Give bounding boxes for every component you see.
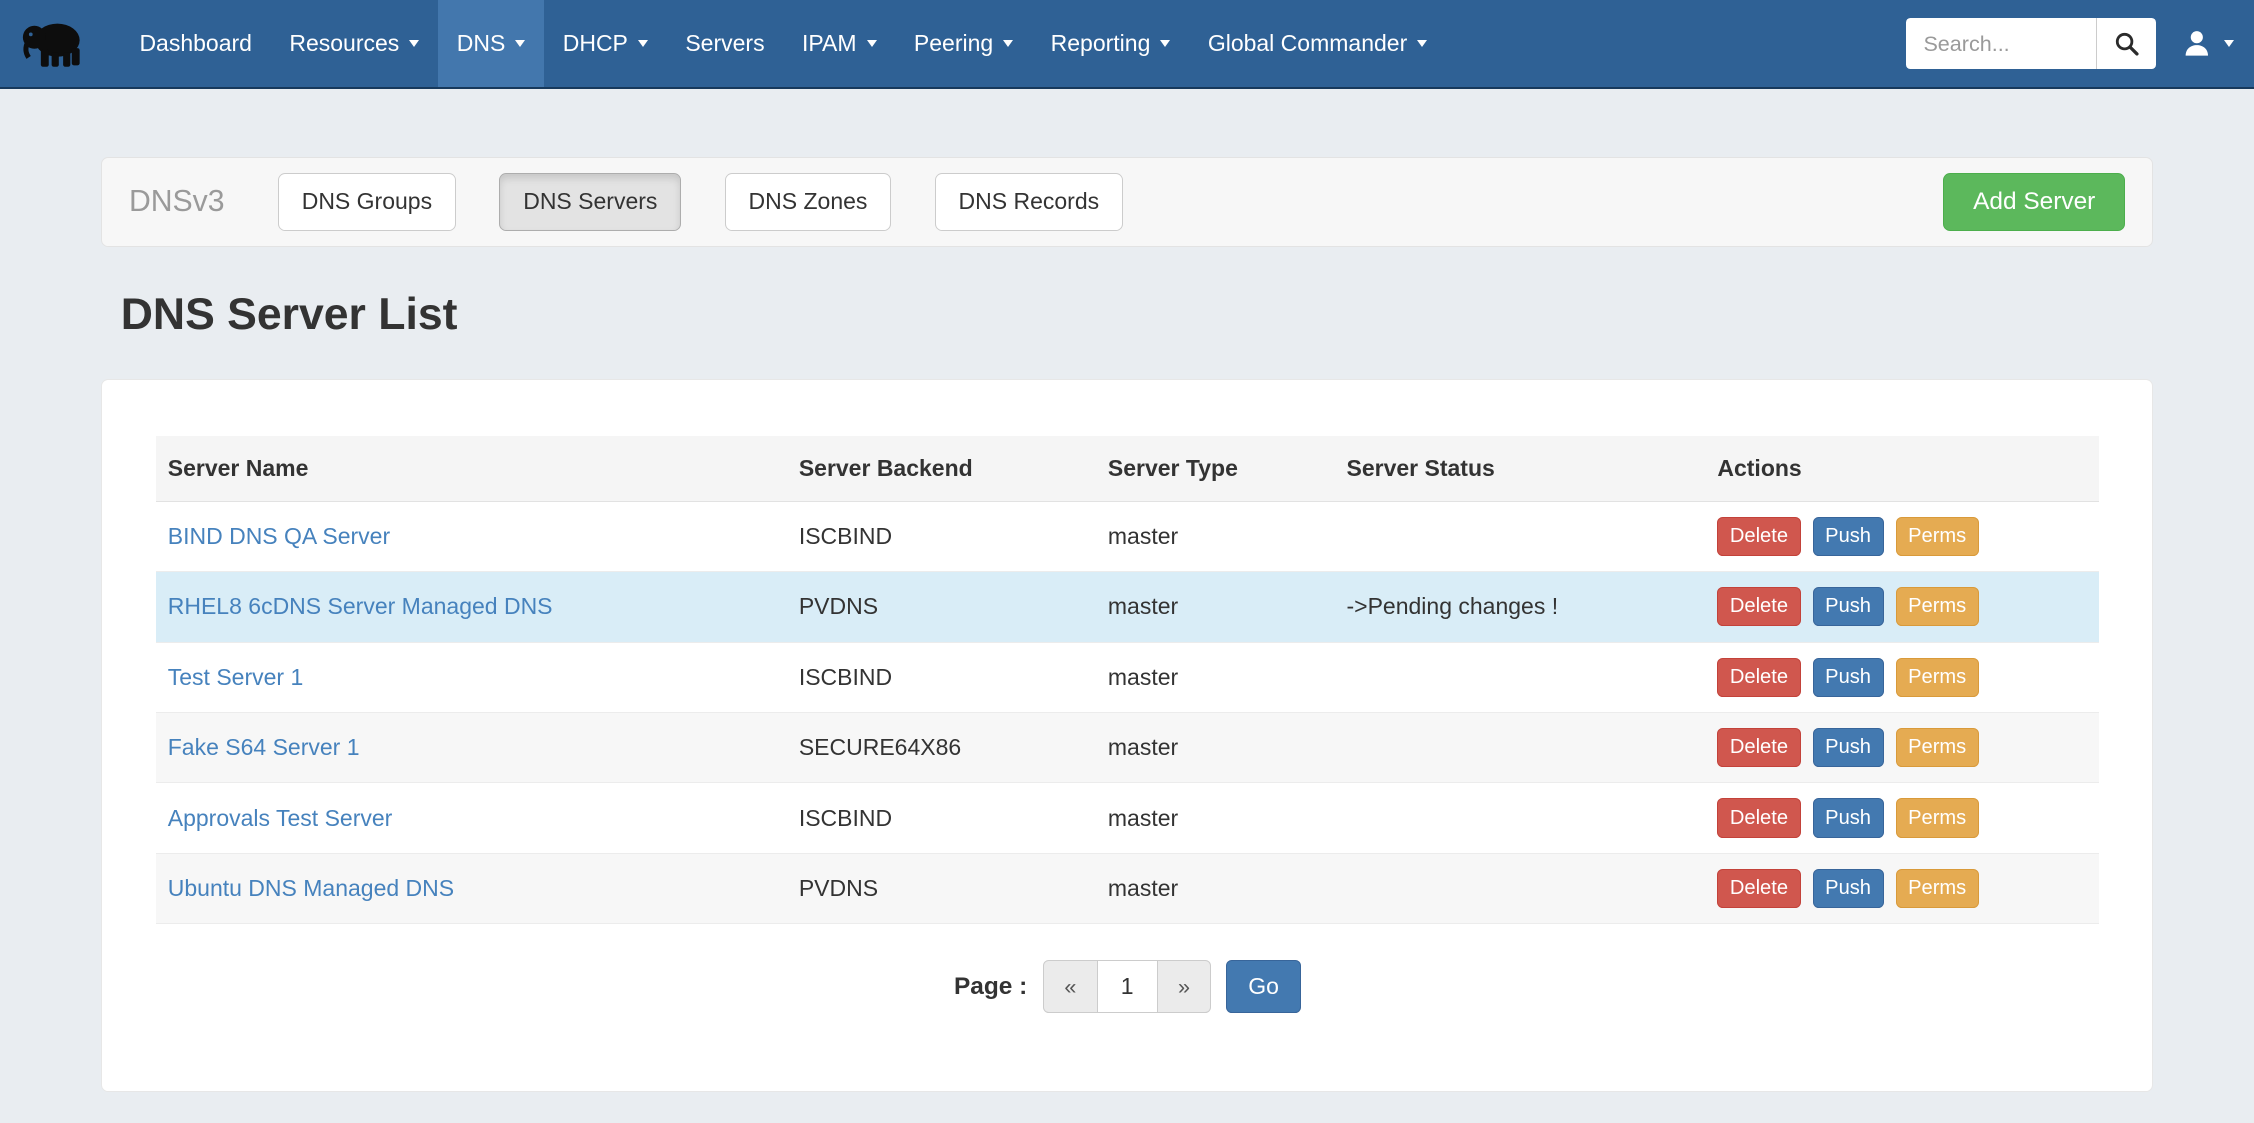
page-title: DNS Server List — [101, 290, 2154, 340]
page-label: Page : — [954, 973, 1027, 1001]
delete-button[interactable]: Delete — [1717, 728, 1800, 767]
push-button[interactable]: Push — [1813, 587, 1884, 626]
nav-item-peering[interactable]: Peering — [895, 0, 1032, 87]
delete-button[interactable]: Delete — [1717, 798, 1800, 837]
col-actions: Actions — [1706, 436, 2099, 501]
server-backend-cell: PVDNS — [787, 853, 1096, 923]
chevron-down-icon — [409, 40, 419, 47]
server-type-cell: master — [1096, 642, 1335, 712]
search-input[interactable] — [1906, 18, 2096, 68]
push-button[interactable]: Push — [1813, 869, 1884, 908]
user-menu[interactable] — [2181, 28, 2234, 60]
push-button[interactable]: Push — [1813, 658, 1884, 697]
server-name-link[interactable]: Ubuntu DNS Managed DNS — [168, 875, 454, 901]
tab-dns-records[interactable]: DNS Records — [935, 173, 1124, 231]
server-backend-cell: PVDNS — [787, 572, 1096, 642]
tab-dns-zones[interactable]: DNS Zones — [725, 173, 892, 231]
server-backend-cell: ISCBIND — [787, 501, 1096, 571]
col-server-type: Server Type — [1096, 436, 1335, 501]
table-row: BIND DNS QA Server ISCBIND master Delete… — [156, 501, 2099, 571]
server-type-cell: master — [1096, 501, 1335, 571]
search-box — [1906, 18, 2156, 68]
pagination: Page : « » Go — [156, 960, 2099, 1059]
nav-item-dashboard[interactable]: Dashboard — [121, 0, 271, 87]
delete-button[interactable]: Delete — [1717, 869, 1800, 908]
perms-button[interactable]: Perms — [1896, 798, 1979, 837]
search-icon — [2114, 31, 2140, 57]
tab-dns-servers[interactable]: DNS Servers — [499, 173, 681, 231]
table-row: Approvals Test Server ISCBIND master Del… — [156, 783, 2099, 853]
delete-button[interactable]: Delete — [1717, 517, 1800, 556]
chevron-down-icon — [515, 40, 525, 47]
server-status-cell — [1335, 712, 1706, 782]
server-list-panel: Server Name Server Backend Server Type S… — [101, 379, 2154, 1092]
table-row: Ubuntu DNS Managed DNS PVDNS master Dele… — [156, 853, 2099, 923]
server-name-link[interactable]: Approvals Test Server — [168, 805, 393, 831]
mammoth-logo-icon[interactable] — [20, 0, 89, 87]
server-name-link[interactable]: Fake S64 Server 1 — [168, 734, 360, 760]
server-type-cell: master — [1096, 783, 1335, 853]
col-server-status: Server Status — [1335, 436, 1706, 501]
table-header-row: Server Name Server Backend Server Type S… — [156, 436, 2099, 501]
delete-button[interactable]: Delete — [1717, 587, 1800, 626]
perms-button[interactable]: Perms — [1896, 728, 1979, 767]
table-row: Fake S64 Server 1 SECURE64X86 master Del… — [156, 712, 2099, 782]
push-button[interactable]: Push — [1813, 798, 1884, 837]
nav-item-ipam[interactable]: IPAM — [783, 0, 895, 87]
server-status-cell — [1335, 642, 1706, 712]
user-icon — [2181, 28, 2213, 60]
server-table: Server Name Server Backend Server Type S… — [156, 436, 2099, 924]
server-backend-cell: SECURE64X86 — [787, 712, 1096, 782]
perms-button[interactable]: Perms — [1896, 587, 1979, 626]
navbar-right — [1906, 0, 2234, 87]
chevron-down-icon — [867, 40, 877, 47]
server-backend-cell: ISCBIND — [787, 642, 1096, 712]
server-backend-cell: ISCBIND — [787, 783, 1096, 853]
search-button[interactable] — [2096, 18, 2156, 68]
page-number-input[interactable] — [1098, 960, 1157, 1013]
server-status-cell: ->Pending changes ! — [1335, 572, 1706, 642]
chevron-down-icon — [1417, 40, 1427, 47]
add-server-button[interactable]: Add Server — [1943, 173, 2125, 231]
perms-button[interactable]: Perms — [1896, 869, 1979, 908]
nav-item-reporting[interactable]: Reporting — [1032, 0, 1189, 87]
chevron-down-icon — [1160, 40, 1170, 47]
next-page-button[interactable]: » — [1157, 960, 1212, 1013]
pager-group: « » — [1043, 960, 1211, 1013]
perms-button[interactable]: Perms — [1896, 517, 1979, 556]
tab-dns-groups[interactable]: DNS Groups — [278, 173, 456, 231]
nav-item-global-commander[interactable]: Global Commander — [1189, 0, 1446, 87]
nav-item-resources[interactable]: Resources — [271, 0, 438, 87]
server-status-cell — [1335, 501, 1706, 571]
server-name-link[interactable]: Test Server 1 — [168, 664, 304, 690]
server-type-cell: master — [1096, 853, 1335, 923]
chevron-down-icon — [638, 40, 648, 47]
prev-page-button[interactable]: « — [1043, 960, 1098, 1013]
col-server-name: Server Name — [156, 436, 787, 501]
app: Dashboard Resources DNS DHCP Servers IPA… — [0, 0, 2254, 1123]
table-row: RHEL8 6cDNS Server Managed DNS PVDNS mas… — [156, 572, 2099, 642]
chevron-down-icon — [1003, 40, 1013, 47]
table-row: Test Server 1 ISCBIND master Delete Push… — [156, 642, 2099, 712]
push-button[interactable]: Push — [1813, 517, 1884, 556]
delete-button[interactable]: Delete — [1717, 658, 1800, 697]
server-name-link[interactable]: BIND DNS QA Server — [168, 523, 390, 549]
go-button[interactable]: Go — [1226, 960, 1302, 1013]
server-type-cell: master — [1096, 572, 1335, 642]
server-type-cell: master — [1096, 712, 1335, 782]
nav-item-dhcp[interactable]: DHCP — [544, 0, 667, 87]
col-server-backend: Server Backend — [787, 436, 1096, 501]
dnsv3-toolbar: DNSv3 DNS Groups DNS Servers DNS Zones D… — [101, 157, 2154, 248]
server-name-link[interactable]: RHEL8 6cDNS Server Managed DNS — [168, 593, 553, 619]
nav-item-servers[interactable]: Servers — [667, 0, 784, 87]
dnsv3-label: DNSv3 — [129, 185, 225, 219]
main-nav: Dashboard Resources DNS DHCP Servers IPA… — [121, 0, 1446, 87]
push-button[interactable]: Push — [1813, 728, 1884, 767]
navbar: Dashboard Resources DNS DHCP Servers IPA… — [0, 0, 2254, 89]
perms-button[interactable]: Perms — [1896, 658, 1979, 697]
server-status-cell — [1335, 783, 1706, 853]
server-status-cell — [1335, 853, 1706, 923]
nav-item-dns[interactable]: DNS — [438, 0, 544, 87]
chevron-down-icon — [2224, 40, 2234, 47]
